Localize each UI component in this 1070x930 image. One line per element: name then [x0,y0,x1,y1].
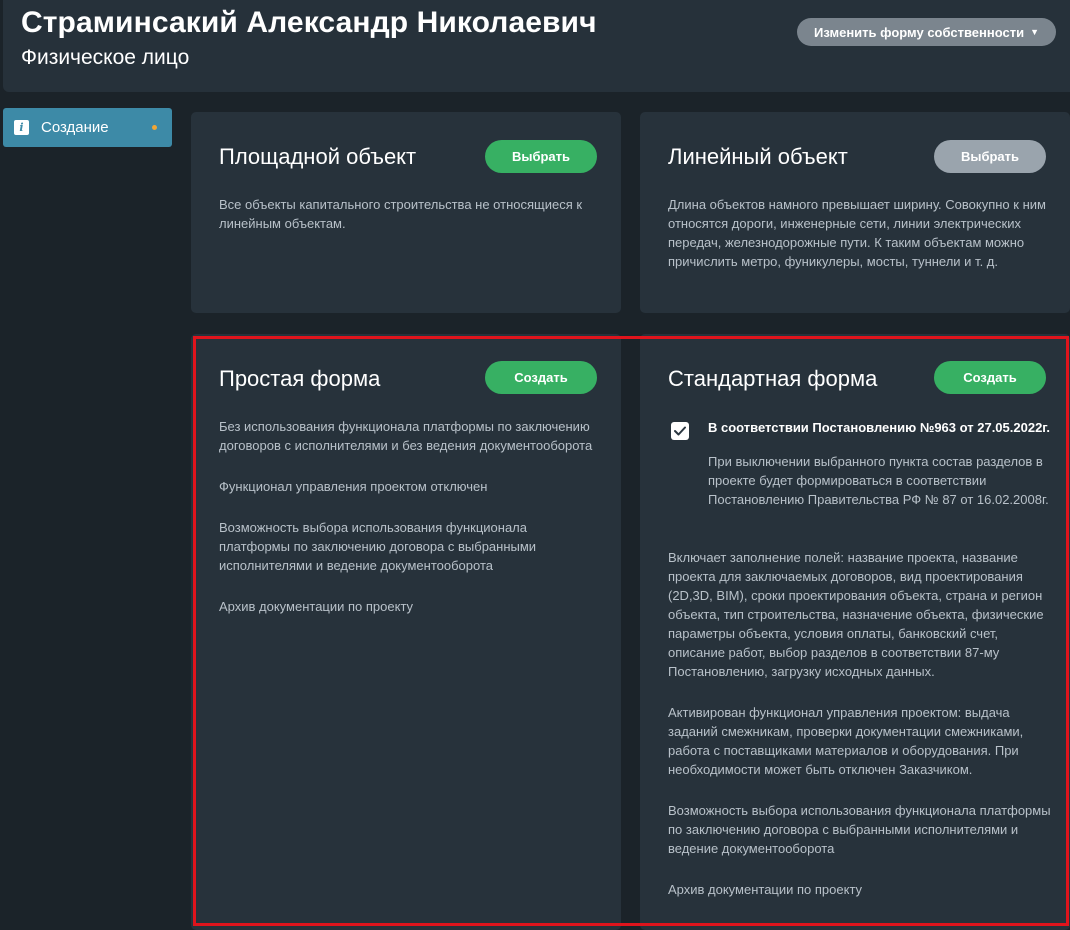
sidebar-item-create[interactable]: i Создание [3,108,172,147]
select-area-object-button[interactable]: Выбрать [485,140,597,173]
simple-form-paragraph: Архив документации по проекту [219,599,414,614]
standard-form-card: Стандартная форма Создать В соответствии… [640,334,1070,930]
linear-object-title: Линейный объект [668,144,848,169]
change-ownership-button[interactable]: Изменить форму собственности ▼ [797,18,1056,46]
area-object-card: Площадной объект Выбрать Все объекты кап… [191,112,621,313]
page-subtitle: Физическое лицо [21,46,190,69]
resolution-963-note: При выключении выбранного пункта состав … [708,454,1049,507]
page-title: Страминсакий Александр Николаевич [21,6,597,39]
simple-form-description: Без использования функционала платформы … [219,417,599,638]
checkmark-icon [674,426,686,436]
create-standard-form-button[interactable]: Создать [934,361,1046,394]
resolution-963-option: В соответствии Постановлению №963 от 27.… [671,420,1050,440]
simple-form-title: Простая форма [219,366,381,391]
standard-form-paragraph: Активирован функционал управления проект… [668,705,1024,777]
caret-down-icon: ▼ [1030,27,1039,37]
change-ownership-label: Изменить форму собственности [813,24,1025,40]
area-object-title: Площадной объект [219,144,417,169]
simple-form-paragraph: Возможность выбора использования функцио… [219,520,537,573]
standard-form-paragraph: Архив документации по проекту [668,882,863,897]
standard-form-paragraph: Возможность выбора использования функцио… [668,803,1051,856]
resolution-963-checkbox[interactable] [671,422,689,440]
info-icon: i [14,120,29,135]
simple-form-card: Простая форма Создать Без использования … [191,334,621,930]
resolution-963-label: В соответствии Постановлению №963 от 27.… [708,420,1051,435]
standard-form-description: Включает заполнение полей: название прое… [668,548,1053,921]
create-simple-form-button[interactable]: Создать [485,361,597,394]
simple-form-paragraph: Функционал управления проектом отключен [219,479,488,494]
page-header: Страминсакий Александр Николаевич Физиче… [3,0,1070,92]
standard-form-paragraph: Включает заполнение полей: название прое… [668,550,1044,679]
linear-object-card: Линейный объект Выбрать Длина объектов н… [640,112,1070,313]
sidebar-item-label: Создание [41,119,109,136]
select-linear-object-button[interactable]: Выбрать [934,140,1046,173]
standard-form-title: Стандартная форма [668,366,878,391]
status-dot-icon [152,125,157,130]
linear-object-description: Длина объектов намного превышает ширину.… [668,197,1046,269]
simple-form-paragraph: Без использования функционала платформы … [219,419,593,453]
area-object-description: Все объекты капитального строительства н… [219,197,583,231]
